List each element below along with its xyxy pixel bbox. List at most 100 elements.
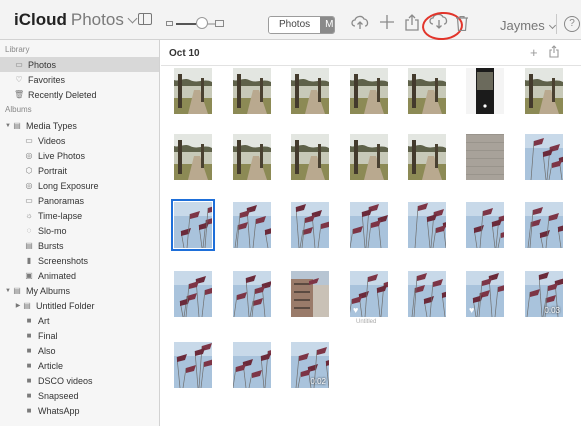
- sidebar-toggle-icon[interactable]: [138, 13, 152, 25]
- photo-thumbnail[interactable]: [408, 271, 446, 317]
- album-icon: ■: [26, 406, 32, 415]
- photo-thumbnail[interactable]: [233, 202, 271, 248]
- sidebar-item-media-types[interactable]: ▼ ▤ Media Types: [0, 118, 159, 133]
- share-icon[interactable]: [549, 45, 559, 58]
- sidebar-item-time-lapse[interactable]: ☼ Time-lapse: [0, 208, 159, 223]
- photo-image: [408, 202, 446, 248]
- photo-thumbnail[interactable]: ♥: [350, 271, 388, 317]
- segment-moments[interactable]: M: [320, 17, 335, 33]
- trash-icon[interactable]: [456, 16, 468, 31]
- sidebar-item-recently-deleted[interactable]: 🗑 Recently Deleted: [0, 87, 159, 102]
- photo-thumbnail[interactable]: [350, 202, 388, 248]
- photo-thumbnail[interactable]: 0:03: [525, 271, 563, 317]
- sidebar-item-label: Untitled Folder: [36, 300, 95, 311]
- segment-photos[interactable]: Photos: [269, 17, 321, 33]
- brand-label: iCloud: [14, 10, 67, 29]
- disclosure-collapsed-icon[interactable]: ▶: [14, 302, 22, 309]
- app-switcher[interactable]: iCloud Photos: [14, 10, 138, 30]
- view-segmented-control: Photos M: [268, 16, 336, 34]
- photo-thumbnail[interactable]: [525, 202, 563, 248]
- photo-thumbnail[interactable]: [350, 68, 388, 114]
- photo-image: [233, 68, 271, 114]
- photo-thumbnail[interactable]: [174, 271, 212, 317]
- sidebar-item-screenshots[interactable]: ▮ Screenshots: [0, 253, 159, 268]
- sidebar-item-videos[interactable]: ▭ Videos: [0, 133, 159, 148]
- photo-thumbnail[interactable]: [233, 134, 271, 180]
- sidebar-item-art[interactable]: ■ Art: [0, 313, 159, 328]
- photo-thumbnail[interactable]: [350, 134, 388, 180]
- user-menu[interactable]: Jaymes: [500, 18, 556, 33]
- sidebar-item-snapseed[interactable]: ■ Snapseed: [0, 388, 159, 403]
- photo-thumbnail[interactable]: [408, 134, 446, 180]
- photo-image: [525, 68, 563, 114]
- share-icon[interactable]: [405, 14, 419, 31]
- photo-thumbnail[interactable]: [291, 202, 329, 248]
- favorite-heart-icon: ♥: [353, 305, 359, 315]
- sidebar-item-bursts[interactable]: ▤ Bursts: [0, 238, 159, 253]
- photo-thumbnail[interactable]: [291, 134, 329, 180]
- sidebar-item-my-albums[interactable]: ▼ ▤ My Albums: [0, 283, 159, 298]
- sidebar-item-whatsapp[interactable]: ■ WhatsApp: [0, 403, 159, 418]
- photo-image: [174, 202, 212, 248]
- photo-thumbnail[interactable]: [174, 342, 212, 388]
- sidebar-item-label: Photos: [28, 59, 57, 70]
- photo-thumbnail[interactable]: [291, 68, 329, 114]
- photo-image: [291, 134, 329, 180]
- photo-image: [466, 134, 504, 180]
- sidebar-item-live-photos[interactable]: ◎ Live Photos: [0, 148, 159, 163]
- sidebar-item-label: Article: [38, 360, 64, 371]
- photo-image: [408, 134, 446, 180]
- zoom-out-icon[interactable]: [166, 21, 173, 26]
- sidebar-item-also[interactable]: ■ Also: [0, 343, 159, 358]
- photo-thumbnail[interactable]: [233, 271, 271, 317]
- sidebar: Library ▭ Photos ♡ Favorites 🗑 Recently Delet…: [0, 40, 160, 426]
- photo-thumbnail[interactable]: [408, 68, 446, 114]
- sidebar-item-label: Videos: [38, 135, 66, 146]
- photo-thumbnail[interactable]: [408, 202, 446, 248]
- sidebar-item-animated[interactable]: ▣ Animated: [0, 268, 159, 283]
- sidebar-item-label: Recently Deleted: [28, 89, 97, 100]
- photo-image: [174, 68, 212, 114]
- photo-thumbnail[interactable]: ♥: [466, 271, 504, 317]
- folder-icon: ▤: [13, 121, 21, 130]
- sidebar-item-long-exposure[interactable]: ◎ Long Exposure: [0, 178, 159, 193]
- add-to-album-icon[interactable]: +: [530, 45, 538, 60]
- photo-caption: Untitled: [356, 319, 377, 325]
- photo-thumbnail[interactable]: [466, 68, 504, 114]
- photo-thumbnail[interactable]: [466, 202, 504, 248]
- photo-image: [350, 134, 388, 180]
- sidebar-item-dsco-videos[interactable]: ■ DSCO videos: [0, 373, 159, 388]
- sidebar-item-photos[interactable]: ▭ Photos: [0, 57, 159, 72]
- album-icon: ■: [26, 391, 32, 400]
- photo-thumbnail[interactable]: [233, 342, 271, 388]
- photo-thumbnail[interactable]: [525, 134, 563, 180]
- panorama-icon: ▭: [25, 196, 33, 205]
- photo-image: [233, 342, 271, 388]
- sidebar-item-slo-mo[interactable]: ◌ Slo-mo: [0, 223, 159, 238]
- disclosure-expanded-icon[interactable]: ▼: [4, 123, 12, 129]
- photo-thumbnail[interactable]: [233, 68, 271, 114]
- sidebar-item-untitled-folder[interactable]: ▶ ▤ Untitled Folder: [0, 298, 159, 313]
- add-icon[interactable]: [380, 15, 394, 29]
- photo-thumbnail[interactable]: [171, 199, 215, 251]
- photo-image: [525, 134, 563, 180]
- sidebar-item-favorites[interactable]: ♡ Favorites: [0, 72, 159, 87]
- sidebar-item-final[interactable]: ■ Final: [0, 328, 159, 343]
- photo-thumbnail[interactable]: [174, 68, 212, 114]
- photo-image: [291, 202, 329, 248]
- sidebar-item-label: My Albums: [26, 285, 71, 296]
- photo-thumbnail[interactable]: [525, 68, 563, 114]
- photo-thumbnail[interactable]: [174, 134, 212, 180]
- zoom-slider-knob[interactable]: [196, 17, 208, 29]
- sidebar-item-panoramas[interactable]: ▭ Panoramas: [0, 193, 159, 208]
- photo-thumbnail[interactable]: 0:02: [291, 342, 329, 388]
- help-icon[interactable]: ?: [564, 16, 580, 32]
- zoom-in-icon[interactable]: [215, 20, 224, 27]
- photo-image: [408, 68, 446, 114]
- sidebar-item-portrait[interactable]: ⬡ Portrait: [0, 163, 159, 178]
- upload-icon[interactable]: [350, 14, 370, 30]
- photo-thumbnail[interactable]: [466, 134, 504, 180]
- photo-thumbnail[interactable]: [291, 271, 329, 317]
- disclosure-expanded-icon[interactable]: ▼: [4, 288, 12, 294]
- sidebar-item-article[interactable]: ■ Article: [0, 358, 159, 373]
